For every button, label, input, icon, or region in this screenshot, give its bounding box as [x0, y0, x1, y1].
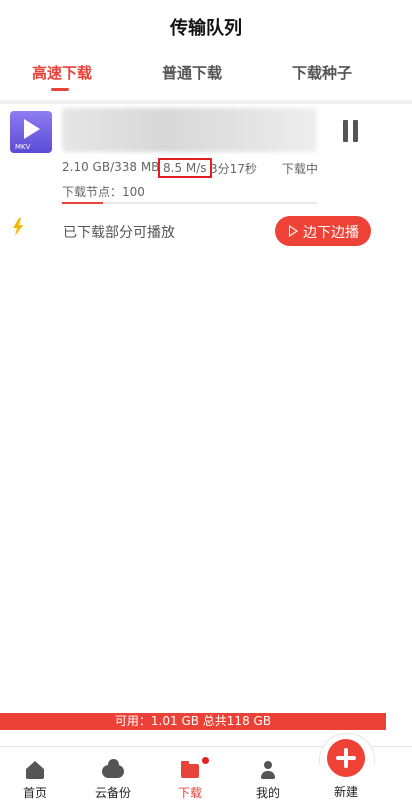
notification-dot — [202, 757, 209, 764]
nav-label-download: 下载 — [177, 786, 202, 800]
play-outline-icon — [289, 225, 298, 237]
download-stats: 2.10 GB/338 MB 8.5 M/s 3分17秒 下载中 — [62, 158, 322, 178]
play-while-downloading-label: 边下边播 — [303, 225, 359, 241]
tab-normal-download[interactable]: 普通下载 — [162, 62, 222, 83]
download-size: 2.10 GB/338 MB — [62, 160, 160, 174]
download-filename[interactable] — [62, 108, 317, 152]
nav-item-me[interactable]: 我的 — [233, 747, 303, 808]
pause-button[interactable] — [343, 120, 359, 142]
cloud-icon — [102, 759, 124, 778]
active-tab-indicator — [51, 88, 69, 91]
download-progress-bar — [62, 202, 317, 204]
download-progress-fill — [62, 202, 103, 204]
nav-label-cloud-backup: 云备份 — [94, 786, 131, 800]
playable-hint: 已下载部分可播放 — [63, 225, 175, 241]
download-nodes: 下载节点：100 — [62, 185, 145, 199]
folder-icon — [181, 761, 199, 778]
play-while-downloading-button[interactable]: 边下边播 — [275, 216, 371, 246]
nav-item-cloud-backup[interactable]: 云备份 — [78, 747, 148, 808]
tab-bar: 高速下载 普通下载 下载种子 — [0, 50, 412, 100]
page-header: 传输队列 — [0, 0, 412, 50]
video-file-icon: MKV — [10, 111, 52, 153]
new-task-label: 新建 — [333, 785, 358, 799]
tab-high-speed-download[interactable]: 高速下载 — [32, 62, 92, 83]
bolt-icon — [13, 218, 23, 236]
nav-item-home[interactable]: 首页 — [0, 747, 70, 808]
user-icon — [259, 761, 277, 779]
tab-torrent-download[interactable]: 下载种子 — [292, 62, 352, 83]
new-task-button[interactable] — [327, 739, 365, 777]
nav-label-me: 我的 — [255, 786, 280, 800]
home-icon — [26, 761, 44, 779]
storage-info-bar: 可用：1.01 GB 总共118 GB — [0, 713, 386, 730]
page-title: 传输队列 — [170, 18, 242, 39]
download-eta: 3分17秒 — [210, 162, 257, 176]
nav-item-download[interactable]: 下载 — [155, 747, 225, 808]
download-speed: 8.5 M/s — [158, 158, 212, 178]
file-type-label: MKV — [15, 143, 31, 151]
download-status: 下载中 — [282, 162, 319, 176]
pause-icon — [343, 120, 348, 142]
play-glyph-icon — [24, 119, 40, 139]
nav-label-home: 首页 — [22, 786, 47, 800]
header-divider — [0, 100, 412, 104]
